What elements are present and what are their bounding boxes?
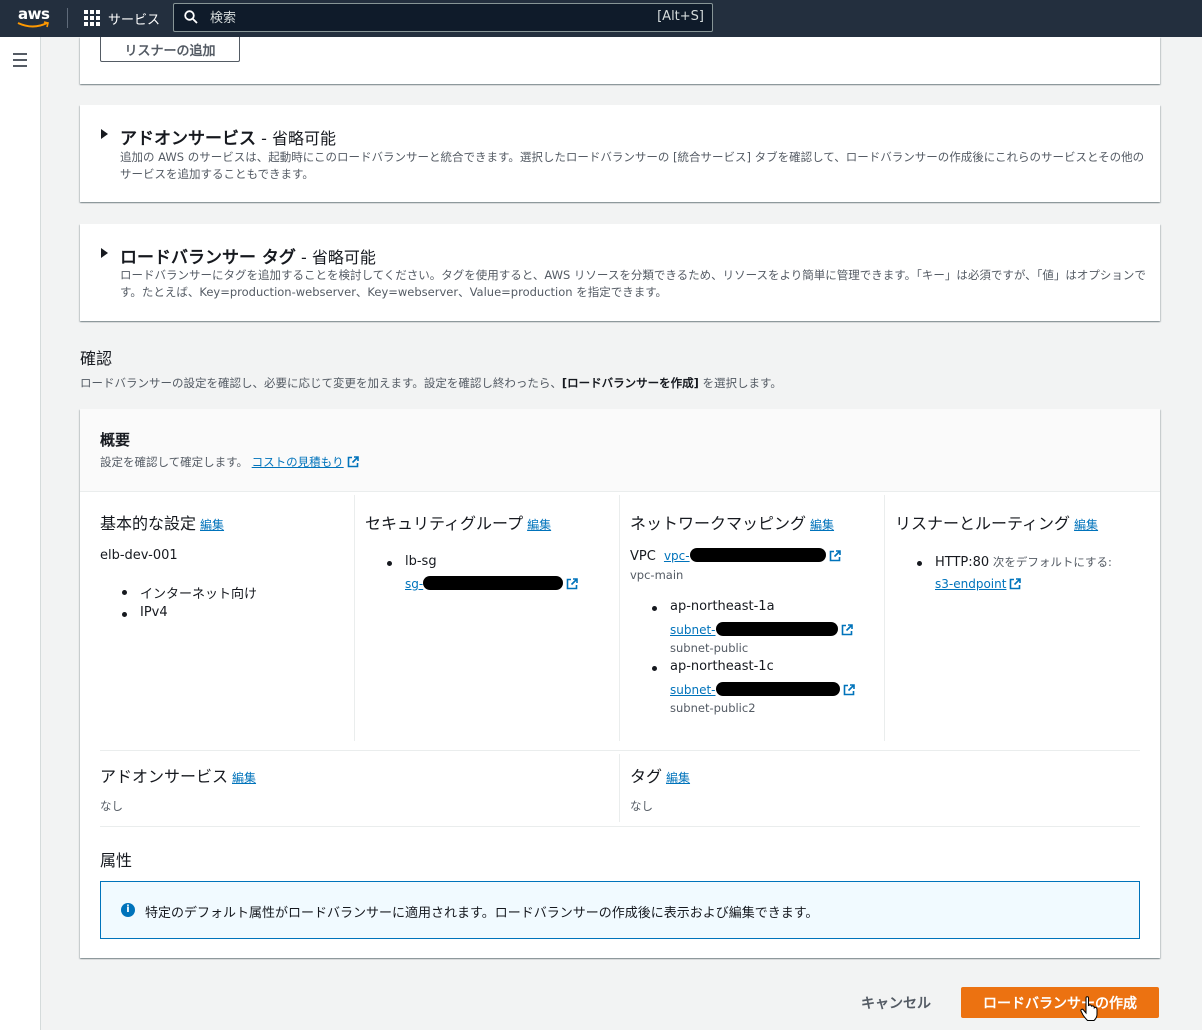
ip-type-value: IPv4 bbox=[140, 605, 168, 620]
az-name: ap-northeast-1a bbox=[670, 599, 775, 614]
vpc-link[interactable]: vpc- bbox=[664, 548, 826, 563]
edit-addons-link[interactable]: 編集 bbox=[232, 771, 256, 785]
external-link-icon bbox=[829, 550, 841, 562]
security-group-link[interactable]: sg- bbox=[405, 576, 579, 591]
redacted-id bbox=[715, 622, 838, 636]
subnet-link[interactable]: subnet- bbox=[670, 622, 853, 637]
summary-header: 概要 設定を確認して確定します。 コストの見積もり bbox=[80, 409, 1160, 492]
search-shortcut-hint: [Alt+S] bbox=[657, 9, 704, 24]
addon-services-header[interactable]: アドオンサービス - 省略可能 bbox=[120, 124, 336, 149]
section-divider bbox=[100, 750, 1140, 751]
edit-security-link[interactable]: 編集 bbox=[527, 518, 551, 532]
attributes-info-alert: i 特定のデフォルト属性がロードバランサーに適用されます。ロードバランサーの作成… bbox=[100, 881, 1140, 939]
addon-services-summary-heading: アドオンサービス 編集 bbox=[100, 767, 257, 786]
security-group-name: lb-sg bbox=[405, 554, 437, 569]
search-icon bbox=[184, 10, 198, 24]
column-divider bbox=[884, 495, 885, 741]
bullet bbox=[122, 590, 127, 595]
scheme-value: インターネット向け bbox=[140, 587, 258, 602]
expand-caret-icon[interactable] bbox=[101, 129, 108, 139]
review-heading: 確認 bbox=[80, 349, 113, 368]
bullet bbox=[387, 561, 392, 566]
side-navigation bbox=[0, 37, 41, 1030]
column-divider bbox=[619, 495, 620, 741]
external-link-icon bbox=[566, 578, 579, 590]
listener-panel bbox=[80, 37, 1160, 84]
az-name: ap-northeast-1c bbox=[670, 659, 774, 674]
search-input[interactable] bbox=[208, 7, 632, 29]
target-group-link[interactable]: s3-endpoint bbox=[935, 577, 1022, 591]
addon-services-description: 追加の AWS のサービスは、起動時にこのロードバランサーと統合できます。選択し… bbox=[120, 150, 1145, 181]
attributes-heading: 属性 bbox=[100, 851, 133, 870]
section-divider bbox=[100, 826, 1140, 827]
aws-logo[interactable]: aws bbox=[14, 4, 54, 32]
tags-summary-heading: タグ 編集 bbox=[630, 767, 691, 786]
create-load-balancer-button[interactable]: ロードバランサーの作成 bbox=[961, 987, 1159, 1018]
external-link-icon bbox=[841, 624, 853, 636]
hand-cursor-icon bbox=[1080, 996, 1098, 1021]
tags-value: なし bbox=[630, 799, 653, 813]
summary-panel: 概要 設定を確認して確定します。 コストの見積もり 基本的な設定 編集 elb-d… bbox=[80, 409, 1160, 958]
subnet-name: subnet-public2 bbox=[670, 701, 756, 715]
review-description: ロードバランサーの設定を確認し、必要に応じて変更を加えます。設定を確認し終わった… bbox=[80, 376, 782, 390]
top-navigation-bar: aws サービス [Alt+S] bbox=[0, 0, 1202, 37]
redacted-id bbox=[689, 548, 826, 562]
basic-settings-heading: 基本的な設定 編集 bbox=[100, 514, 225, 533]
services-menu-button[interactable]: サービス bbox=[84, 8, 160, 28]
bullet bbox=[122, 612, 127, 617]
topbar-divider bbox=[67, 8, 68, 28]
bullet bbox=[652, 606, 657, 611]
vpc-row: VPC vpc- bbox=[630, 548, 841, 564]
network-mapping-heading: ネットワークマッピング 編集 bbox=[630, 514, 835, 533]
search-box[interactable]: [Alt+S] bbox=[173, 3, 713, 32]
vpc-name: vpc-main bbox=[630, 568, 684, 582]
cost-estimate-link[interactable]: コストの見積もり bbox=[252, 455, 359, 469]
lb-tags-header[interactable]: ロードバランサー タグ - 省略可能 bbox=[120, 243, 376, 268]
addons-value: なし bbox=[100, 799, 123, 813]
cancel-button[interactable]: キャンセル bbox=[848, 988, 944, 1018]
services-label: サービス bbox=[108, 12, 161, 28]
edit-tags-link[interactable]: 編集 bbox=[666, 771, 690, 785]
edit-listener-link[interactable]: 編集 bbox=[1074, 518, 1098, 532]
grid-menu-icon bbox=[84, 10, 100, 26]
listener-rule: HTTP:80 次をデフォルトにする: bbox=[935, 555, 1112, 570]
lb-name: elb-dev-001 bbox=[100, 548, 178, 563]
column-divider bbox=[354, 495, 355, 741]
redacted-id bbox=[715, 682, 840, 696]
bullet bbox=[652, 666, 657, 671]
external-link-icon bbox=[1010, 578, 1022, 590]
security-groups-heading: セキュリティグループ 編集 bbox=[365, 514, 552, 533]
expand-caret-icon[interactable] bbox=[101, 248, 108, 258]
listeners-routing-heading: リスナーとルーティング 編集 bbox=[895, 514, 1099, 533]
summary-description: 設定を確認して確定します。 コストの見積もり bbox=[100, 454, 359, 470]
lb-tags-description: ロードバランサーにタグを追加することを検討してください。タグを使用すると、AWS… bbox=[120, 268, 1146, 299]
column-divider bbox=[619, 754, 620, 822]
external-link-icon bbox=[843, 684, 855, 696]
summary-title: 概要 bbox=[100, 431, 131, 449]
aws-smile-icon bbox=[17, 21, 49, 28]
redacted-id bbox=[423, 576, 564, 590]
subnet-name: subnet-public bbox=[670, 641, 749, 655]
external-link-icon bbox=[347, 456, 359, 468]
edit-network-link[interactable]: 編集 bbox=[810, 518, 834, 532]
edit-basic-link[interactable]: 編集 bbox=[200, 518, 224, 532]
bullet bbox=[917, 561, 922, 566]
add-listener-button[interactable]: リスナーの追加 bbox=[100, 37, 240, 62]
info-icon: i bbox=[121, 903, 135, 917]
attributes-info-text: 特定のデフォルト属性がロードバランサーに適用されます。ロードバランサーの作成後に… bbox=[145, 906, 819, 921]
menu-icon[interactable] bbox=[13, 53, 27, 71]
subnet-link[interactable]: subnet- bbox=[670, 682, 855, 697]
